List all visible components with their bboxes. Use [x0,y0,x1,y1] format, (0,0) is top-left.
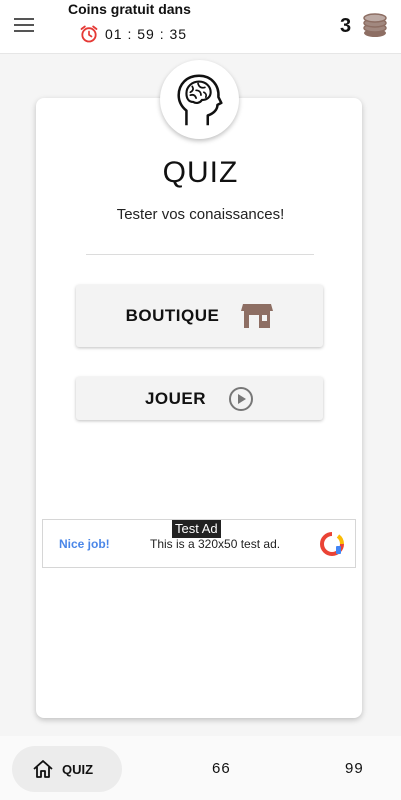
ad-nice-text: Nice job! [59,537,110,551]
alarm-icon [80,25,98,43]
coins-icon[interactable] [360,13,388,39]
bottom-navigation: QUIZ 66 99 [0,736,401,800]
play-circle-icon [229,386,254,411]
play-button[interactable]: JOUER [76,377,323,420]
home-icon [33,760,53,778]
nav-quiz-label: QUIZ [62,761,94,777]
nav-item-quiz[interactable]: QUIZ [12,746,122,792]
play-button-label: JOUER [144,388,207,408]
nav-item-66[interactable]: 66 [212,760,231,777]
divider [86,254,314,255]
avatar [160,60,239,139]
nav-item-99[interactable]: 99 [345,760,364,777]
page-title: QUIZ [162,156,239,189]
ad-text: This is a 320x50 test ad. [150,537,281,551]
menu-icon[interactable] [14,17,34,33]
brain-head-icon [176,74,223,125]
countdown-timer: 01 : 59 : 35 [105,26,188,42]
shop-button[interactable]: BOUTIQUE [76,285,323,347]
free-coins-label: Coins gratuit dans [68,1,191,17]
store-icon [241,304,274,328]
shop-button-label: BOUTIQUE [125,306,220,325]
test-ad-badge: Test Ad [172,520,221,538]
timer-row: 01 : 59 : 35 [79,24,187,44]
page-subtitle: Tester vos conaissances! [116,206,285,223]
coin-count: 3 [340,15,352,37]
ad-logo-icon [320,532,344,556]
top-app-bar: Coins gratuit dans 01 : 59 : 35 3 [0,0,401,54]
